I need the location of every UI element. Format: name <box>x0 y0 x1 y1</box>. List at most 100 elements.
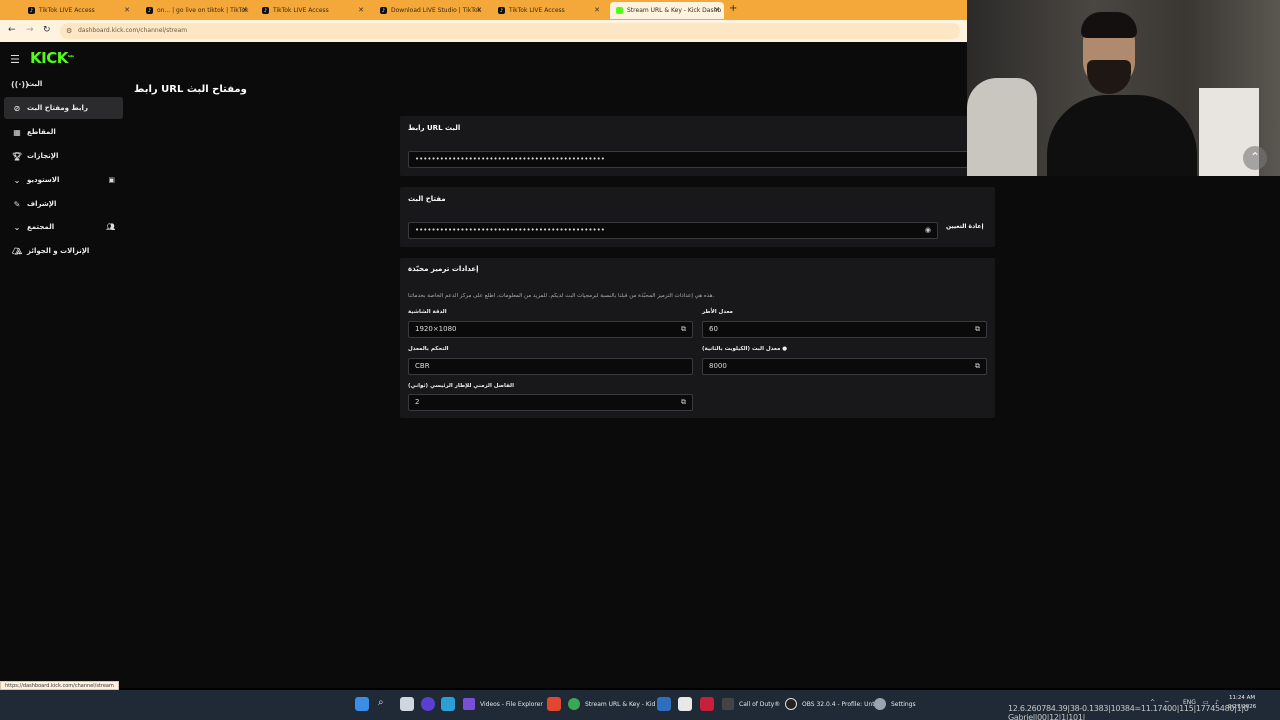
app-icon[interactable] <box>657 697 671 711</box>
copy-icon[interactable]: ⧉ <box>975 322 980 337</box>
tab-title: TikTok LIVE Access <box>509 7 565 14</box>
browser-tab[interactable]: ♪ Download LIVE Studio | TikTok ✕ <box>374 2 486 19</box>
resolution-field[interactable]: 1920×1080 ⧉ <box>408 321 693 338</box>
sidebar-item-community[interactable]: ⌄ المجتمع 👥︎ <box>4 216 123 238</box>
keyframe-label: الفاصل الزمني للإطار الرئيسي (ثواني) <box>408 383 514 389</box>
sidebar-item-label: المجتمع <box>27 223 55 231</box>
page-title: رابط URL ومفتاح البث <box>134 84 247 95</box>
taskbar-item-chrome[interactable]: Stream URL & Key - Kid <box>568 698 655 710</box>
tab-title: on... | go live on tiktok | TikTok <box>157 7 249 14</box>
trophy-icon: 🏆︎ <box>11 151 23 161</box>
new-tab-button[interactable]: + <box>729 3 737 14</box>
bitrate-label: معدل البت (الكيلوبت بالثانية) ● <box>702 346 788 352</box>
back-icon[interactable]: ← <box>8 25 16 35</box>
card-title: رابط URL البث <box>408 124 461 132</box>
address-bar-row: ← → ↻ ⚙ dashboard.kick.com/channel/strea… <box>0 20 968 42</box>
tiktok-icon: ♪ <box>146 7 153 14</box>
browser-tab-active[interactable]: Stream URL & Key - Kick Dashb ✕ <box>610 2 724 19</box>
stream-url-card: رابط URL البث ••••••••••••••••••••••••••… <box>400 116 995 176</box>
taskbar-item-file-explorer[interactable]: Videos - File Explorer <box>463 698 543 710</box>
sidebar-item-label: الإنجازات <box>27 152 59 160</box>
app-icon[interactable] <box>421 697 435 711</box>
gear-icon <box>874 698 886 710</box>
sidebar-item-stream-url-key[interactable]: ⊘ رابط ومفتاح البث <box>4 97 123 119</box>
taskbar-item-obs[interactable]: OBS 32.0.4 - Profile: Unt <box>785 698 875 710</box>
start-icon[interactable] <box>355 697 369 711</box>
overlay-text: 12.6.260784.39|38-0.1383|10384=11.17400|… <box>1008 704 1249 720</box>
tiktok-icon: ♪ <box>28 7 35 14</box>
sidebar-item-label: البث <box>27 80 43 88</box>
copy-icon[interactable]: ⧉ <box>975 359 980 374</box>
sidebar-item-label: الاستوديو <box>27 176 60 184</box>
sidebar-item-label: الإشراف <box>27 200 57 208</box>
folder-icon <box>463 698 475 710</box>
sidebar-item-clips[interactable]: ▦ المقاطع <box>4 121 123 143</box>
stream-url-field[interactable]: ••••••••••••••••••••••••••••••••••••••••… <box>408 151 988 168</box>
eye-icon[interactable]: ◉ <box>925 223 931 238</box>
close-icon[interactable]: ✕ <box>594 6 600 14</box>
sidebar-item-moderation[interactable]: ✎ الإشراف <box>4 193 123 215</box>
close-icon[interactable]: ✕ <box>714 6 720 14</box>
tab-title: TikTok LIVE Access <box>39 7 95 14</box>
link-icon: ⊘ <box>13 103 21 113</box>
wrench-icon: ✎ <box>13 199 21 209</box>
url-input[interactable]: ⚙ dashboard.kick.com/channel/stream <box>60 23 960 39</box>
sidebar-item-achievements[interactable]: 🏆︎ الإنجازات <box>4 145 123 167</box>
broadcast-icon: ((·)) <box>11 79 29 89</box>
taskbar-item-call-of-duty[interactable]: Call of Duty® <box>722 698 780 710</box>
close-icon[interactable]: ✕ <box>242 6 248 14</box>
rate-control-field[interactable]: CBR <box>408 358 693 375</box>
tiktok-icon: ♪ <box>380 7 387 14</box>
task-view-icon[interactable] <box>400 697 414 711</box>
obs-icon <box>785 698 797 710</box>
game-icon <box>722 698 734 710</box>
brave-icon[interactable] <box>547 697 561 711</box>
chevron-down-icon: ⌄ <box>13 222 21 232</box>
reset-key-button[interactable]: إعادة التعيين <box>946 223 984 230</box>
chevron-down-icon: ⌄ <box>13 175 21 185</box>
bitrate-field[interactable]: 8000 ⧉ <box>702 358 987 375</box>
sidebar-item-studio[interactable]: ⌄ الاستوديو ▣ <box>4 169 123 191</box>
copy-icon[interactable]: ⧉ <box>681 395 686 410</box>
sidebar-item-label: الإنزالات و الجوائز <box>27 247 90 255</box>
framerate-label: معدل الأطر <box>702 309 733 315</box>
sidebar-item-drops[interactable]: ⛺︎ الإنزالات و الجوائز <box>4 240 123 262</box>
close-icon[interactable]: ✕ <box>358 6 364 14</box>
kick-logo[interactable]: KICKbeta <box>30 49 74 67</box>
copy-icon[interactable]: ⧉ <box>681 322 686 337</box>
taskbar-item-settings[interactable]: Settings <box>874 698 916 710</box>
reload-icon[interactable]: ↻ <box>43 25 51 35</box>
scroll-up-icon[interactable]: ⌃ <box>1243 146 1267 170</box>
info-icon[interactable]: ● <box>782 346 787 352</box>
menu-icon[interactable]: ☰ <box>10 53 20 66</box>
browser-tab[interactable]: ♪ TikTok LIVE Access ✕ <box>492 2 604 19</box>
browser-tab[interactable]: ♪ TikTok LIVE Access ✕ <box>256 2 368 19</box>
close-icon[interactable]: ✕ <box>476 6 482 14</box>
resolution-label: الدقة الشاشية <box>408 309 447 315</box>
stream-key-card: مفتاح البث •••••••••••••••••••••••••••••… <box>400 187 995 247</box>
app-icon[interactable] <box>441 697 455 711</box>
browser-tab[interactable]: ♪ on... | go live on tiktok | TikTok ✕ <box>140 2 252 19</box>
keyframe-field[interactable]: 2 ⧉ <box>408 394 693 411</box>
app-icon[interactable] <box>678 697 692 711</box>
sidebar-item-label: المقاطع <box>27 128 56 136</box>
kick-icon <box>616 7 623 14</box>
card-title: إعدادات ترميز محبّذة <box>408 265 479 273</box>
clips-icon: ▦ <box>13 127 21 137</box>
site-info-icon[interactable]: ⚙ <box>66 23 72 39</box>
forward-icon[interactable]: → <box>26 25 34 35</box>
studio-icon: ▣ <box>108 176 115 184</box>
stream-key-field[interactable]: ••••••••••••••••••••••••••••••••••••••••… <box>408 222 938 239</box>
browser-tab[interactable]: ♪ TikTok LIVE Access ✕ <box>22 2 134 19</box>
app-icon[interactable] <box>700 697 714 711</box>
sidebar-item-stream[interactable]: ((·)) البث <box>4 73 123 95</box>
screen: ♪ TikTok LIVE Access ✕ ♪ on... | go live… <box>0 0 1280 720</box>
browser-tab-bar: ♪ TikTok LIVE Access ✕ ♪ on... | go live… <box>0 0 968 20</box>
search-icon[interactable]: ⌕ <box>378 697 384 708</box>
framerate-field[interactable]: 60 ⧉ <box>702 321 987 338</box>
close-icon[interactable]: ✕ <box>124 6 130 14</box>
url-text: dashboard.kick.com/channel/stream <box>78 27 188 34</box>
tab-title: Download LIVE Studio | TikTok <box>391 7 482 14</box>
card-title: مفتاح البث <box>408 195 446 203</box>
tab-title: Stream URL & Key - Kick Dashb <box>627 7 722 14</box>
